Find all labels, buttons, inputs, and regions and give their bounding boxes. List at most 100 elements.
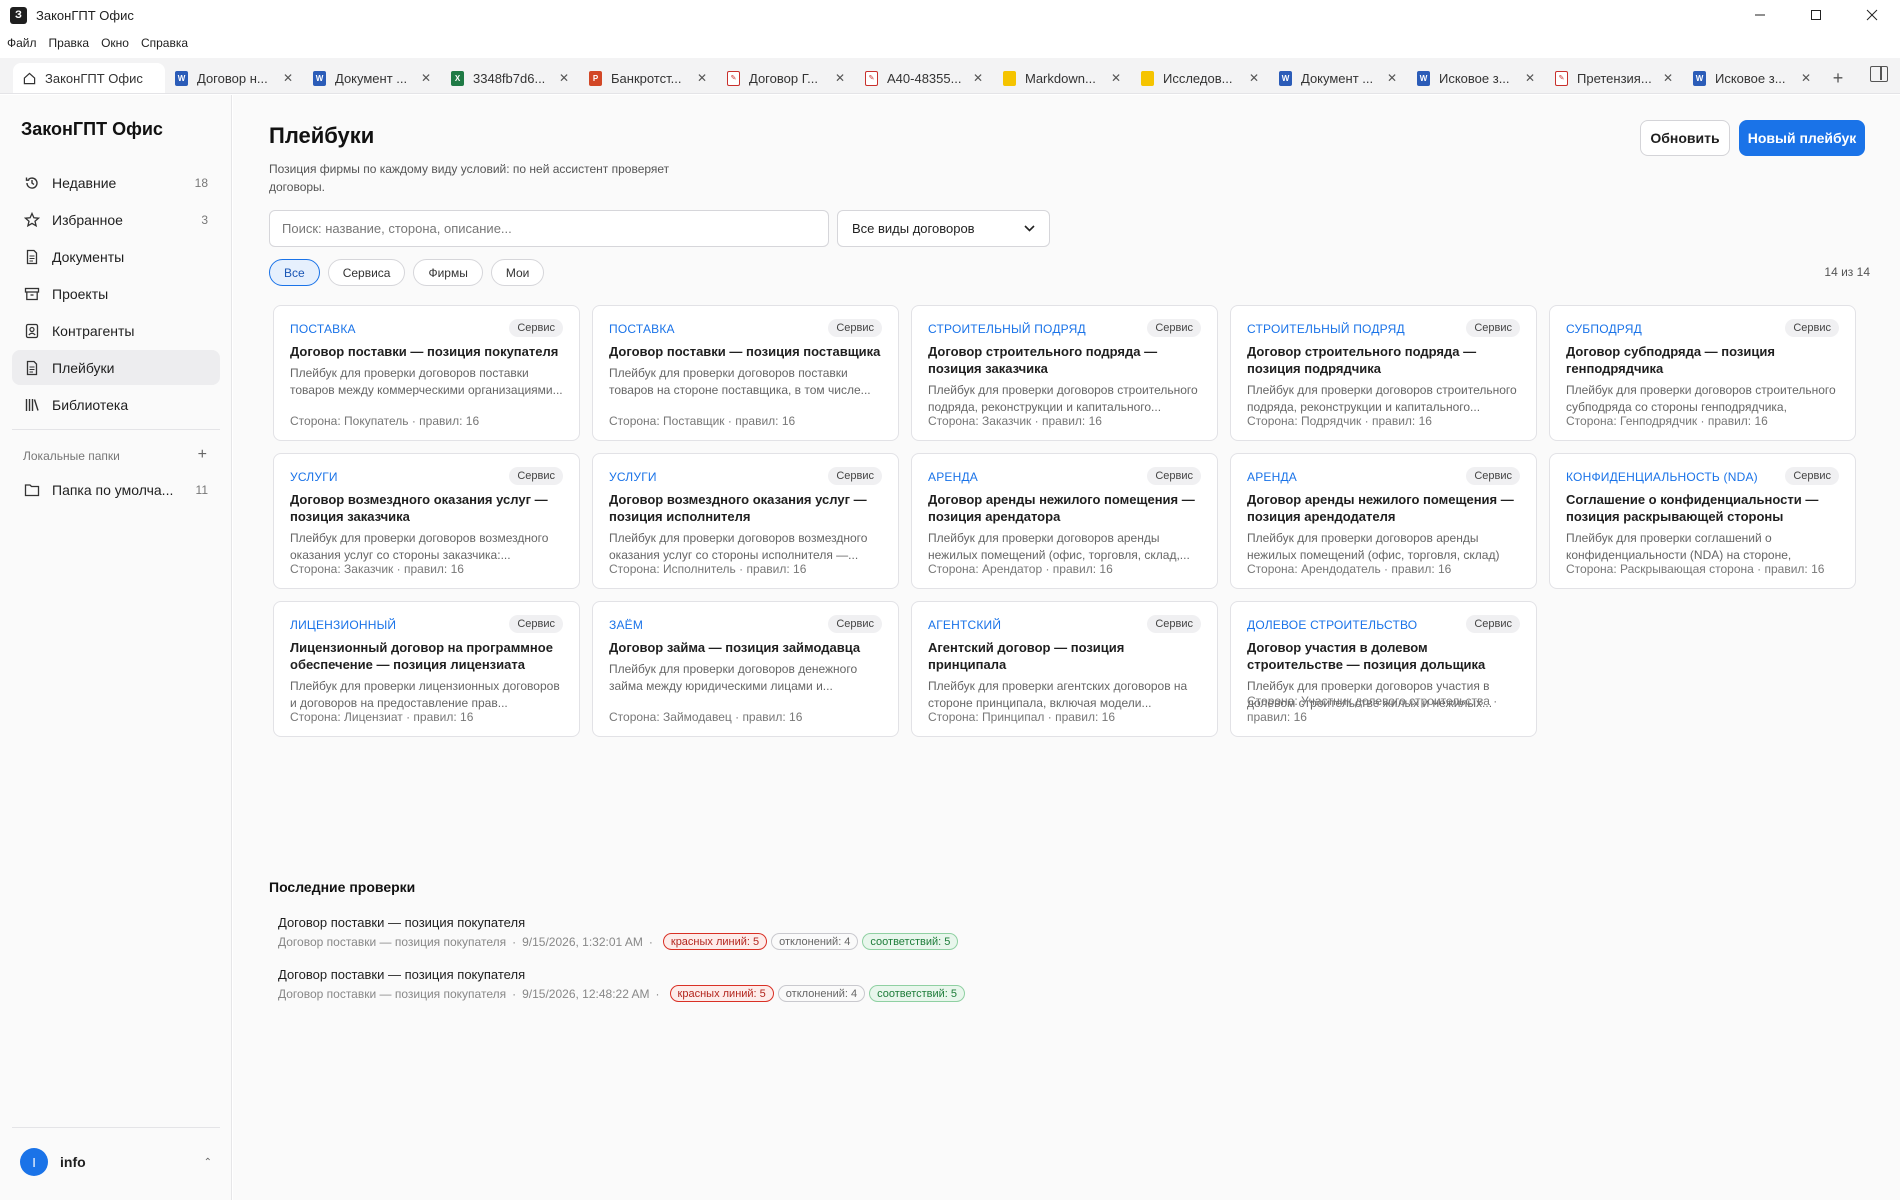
tab-close-icon[interactable]: ✕ [697,71,707,85]
filter-chip-mine[interactable]: Мои [490,259,545,286]
tab-label: Markdown... [1025,70,1096,86]
tab-close-icon[interactable]: ✕ [973,71,983,85]
tab-close-icon[interactable]: ✕ [835,71,845,85]
recent-check-meta: Договор поставки — позиция покупателя · … [278,933,965,950]
minimize-icon [1755,14,1765,16]
maximize-icon [1811,10,1821,20]
sidebar-item-recent[interactable]: Недавние 18 [12,165,220,200]
playbook-card[interactable]: Строительный подряд Сервис Договор строи… [911,305,1218,441]
tab-document[interactable]: W Договор н... ✕ [165,63,303,93]
playbook-card[interactable]: Услуги Сервис Договор возмездного оказан… [273,453,580,589]
word-icon: W [1693,70,1706,86]
search-input[interactable] [269,210,829,247]
playbook-card[interactable]: Заём Сервис Договор займа — позиция займ… [592,601,899,737]
filter-chip-firm[interactable]: Фирмы [413,259,483,286]
tab-document[interactable]: W Документ ... ✕ [1269,63,1407,93]
tab-close-icon[interactable]: ✕ [1801,71,1811,85]
tab-close-icon[interactable]: ✕ [1387,71,1397,85]
tab-close-icon[interactable]: ✕ [1111,71,1121,85]
card-description: Плейбук для проверки договоров денежного… [609,662,858,693]
red-lines-badge: красных линий: 5 [662,933,768,950]
playbook-card[interactable]: Поставка Сервис Договор поставки — позиц… [273,305,580,441]
folder-item-default[interactable]: Папка по умолча... 11 [12,475,220,505]
tab-document[interactable]: ✎ А40-48355... ✕ [855,63,993,93]
word-icon: W [1417,70,1430,86]
card-meta: Сторона: Участник долевого строительства… [1247,694,1498,724]
card-meta: Сторона: Поставщик · правил: 16 [609,414,796,428]
recent-check-playbook: Договор поставки — позиция покупателя [278,986,507,1001]
refresh-button[interactable]: Обновить [1640,120,1730,156]
close-window-button[interactable] [1844,0,1900,30]
playbook-card[interactable]: Долевое строительство Сервис Договор уча… [1230,601,1537,737]
tab-close-icon[interactable]: ✕ [283,71,293,85]
sidebar-item-documents[interactable]: Документы [12,239,220,274]
markdown-icon [1003,70,1016,86]
tab-document[interactable]: Исследов... ✕ [1131,63,1269,93]
contract-type-select[interactable]: Все виды договоров [837,210,1050,247]
tab-document[interactable]: ✎ Договор Г... ✕ [717,63,855,93]
sidebar-item-playbooks[interactable]: Плейбуки [12,350,220,385]
card-badge: Сервис [1785,319,1839,337]
card-meta: Сторона: Раскрывающая сторона · правил: … [1566,562,1825,576]
maximize-button[interactable] [1788,0,1844,30]
sidebar-item-projects[interactable]: Проекты [12,276,220,311]
tab-home[interactable]: ЗаконГПТ Офис [13,63,165,93]
recent-check-playbook: Договор поставки — позиция покупателя [278,934,507,949]
playbook-card[interactable]: Строительный подряд Сервис Договор строи… [1230,305,1537,441]
card-title: Договор строительного подряда — позиция … [928,344,1158,376]
avatar: I [20,1148,48,1176]
new-tab-button[interactable]: + [1823,63,1853,93]
menu-help[interactable]: Справка [141,36,188,50]
playbook-grid: Поставка Сервис Договор поставки — позиц… [273,305,1856,737]
tab-close-icon[interactable]: ✕ [1249,71,1259,85]
playbook-card[interactable]: Поставка Сервис Договор поставки — позиц… [592,305,899,441]
minimize-button[interactable] [1732,0,1788,30]
card-side: Сторона: Исполнитель [609,562,736,576]
tab-document[interactable]: ✎ Претензия... ✕ [1545,63,1683,93]
sidebar-item-library[interactable]: Библиотека [12,387,220,422]
playbook-card[interactable]: Услуги Сервис Договор возмездного оказан… [592,453,899,589]
menu-edit[interactable]: Правка [49,36,90,50]
playbook-card[interactable]: Субподряд Сервис Договор субподряда — по… [1549,305,1856,441]
tab-close-icon[interactable]: ✕ [559,71,569,85]
sidebar-item-label: Контрагенты [52,322,135,339]
card-side: Сторона: Раскрывающая сторона [1566,562,1754,576]
recent-check-item[interactable]: Договор поставки — позиция покупателя До… [278,915,965,950]
sidebar-item-count: 3 [201,212,208,227]
word-icon: W [313,70,326,86]
tab-document[interactable]: P Банкротст... ✕ [579,63,717,93]
playbook-card[interactable]: Лицензионный Сервис Лицензионный договор… [273,601,580,737]
playbook-card[interactable]: Аренда Сервис Договор аренды нежилого по… [1230,453,1537,589]
tab-document[interactable]: W Исковое з... ✕ [1683,63,1821,93]
recent-check-item[interactable]: Договор поставки — позиция покупателя До… [278,967,966,1002]
tab-close-icon[interactable]: ✕ [421,71,431,85]
filter-chip-all[interactable]: Все [269,259,320,286]
sidebar-toggle-icon[interactable] [1870,66,1888,82]
playbook-card[interactable]: Агентский Сервис Агентский договор — поз… [911,601,1218,737]
tab-document[interactable]: W Документ ... ✕ [303,63,441,93]
tab-document[interactable]: Markdown... ✕ [993,63,1131,93]
playbook-card[interactable]: Аренда Сервис Договор аренды нежилого по… [911,453,1218,589]
new-playbook-button[interactable]: Новый плейбук [1739,120,1865,156]
recent-checks-title: Последние проверки [269,879,416,895]
filter-chip-service[interactable]: Сервиса [327,259,406,286]
sidebar-item-contacts[interactable]: Контрагенты [12,313,220,348]
tab-label: Исследов... [1163,70,1233,86]
card-rules: правил: 16 [1055,710,1116,724]
contacts-icon [24,323,40,339]
user-menu[interactable]: I info ⌃ [20,1147,212,1177]
tab-document[interactable]: W Исковое з... ✕ [1407,63,1545,93]
menu-window[interactable]: Окно [101,36,129,50]
card-badge: Сервис [828,319,882,337]
tab-close-icon[interactable]: ✕ [1663,71,1673,85]
tab-document[interactable]: X 3348fb7d6... ✕ [441,63,579,93]
tab-label: Договор н... [197,70,268,86]
sidebar-item-favorites[interactable]: Избранное 3 [12,202,220,237]
playbook-card[interactable]: Конфиденциальность (NDA) Сервис Соглашен… [1549,453,1856,589]
card-meta: Сторона: Займодавец · правил: 16 [609,710,803,724]
add-folder-icon[interactable]: + [198,447,207,463]
folder-count: 11 [195,483,208,497]
card-rules: правил: 16 [1052,562,1113,576]
tab-close-icon[interactable]: ✕ [1525,71,1535,85]
menu-file[interactable]: Файл [7,36,37,50]
